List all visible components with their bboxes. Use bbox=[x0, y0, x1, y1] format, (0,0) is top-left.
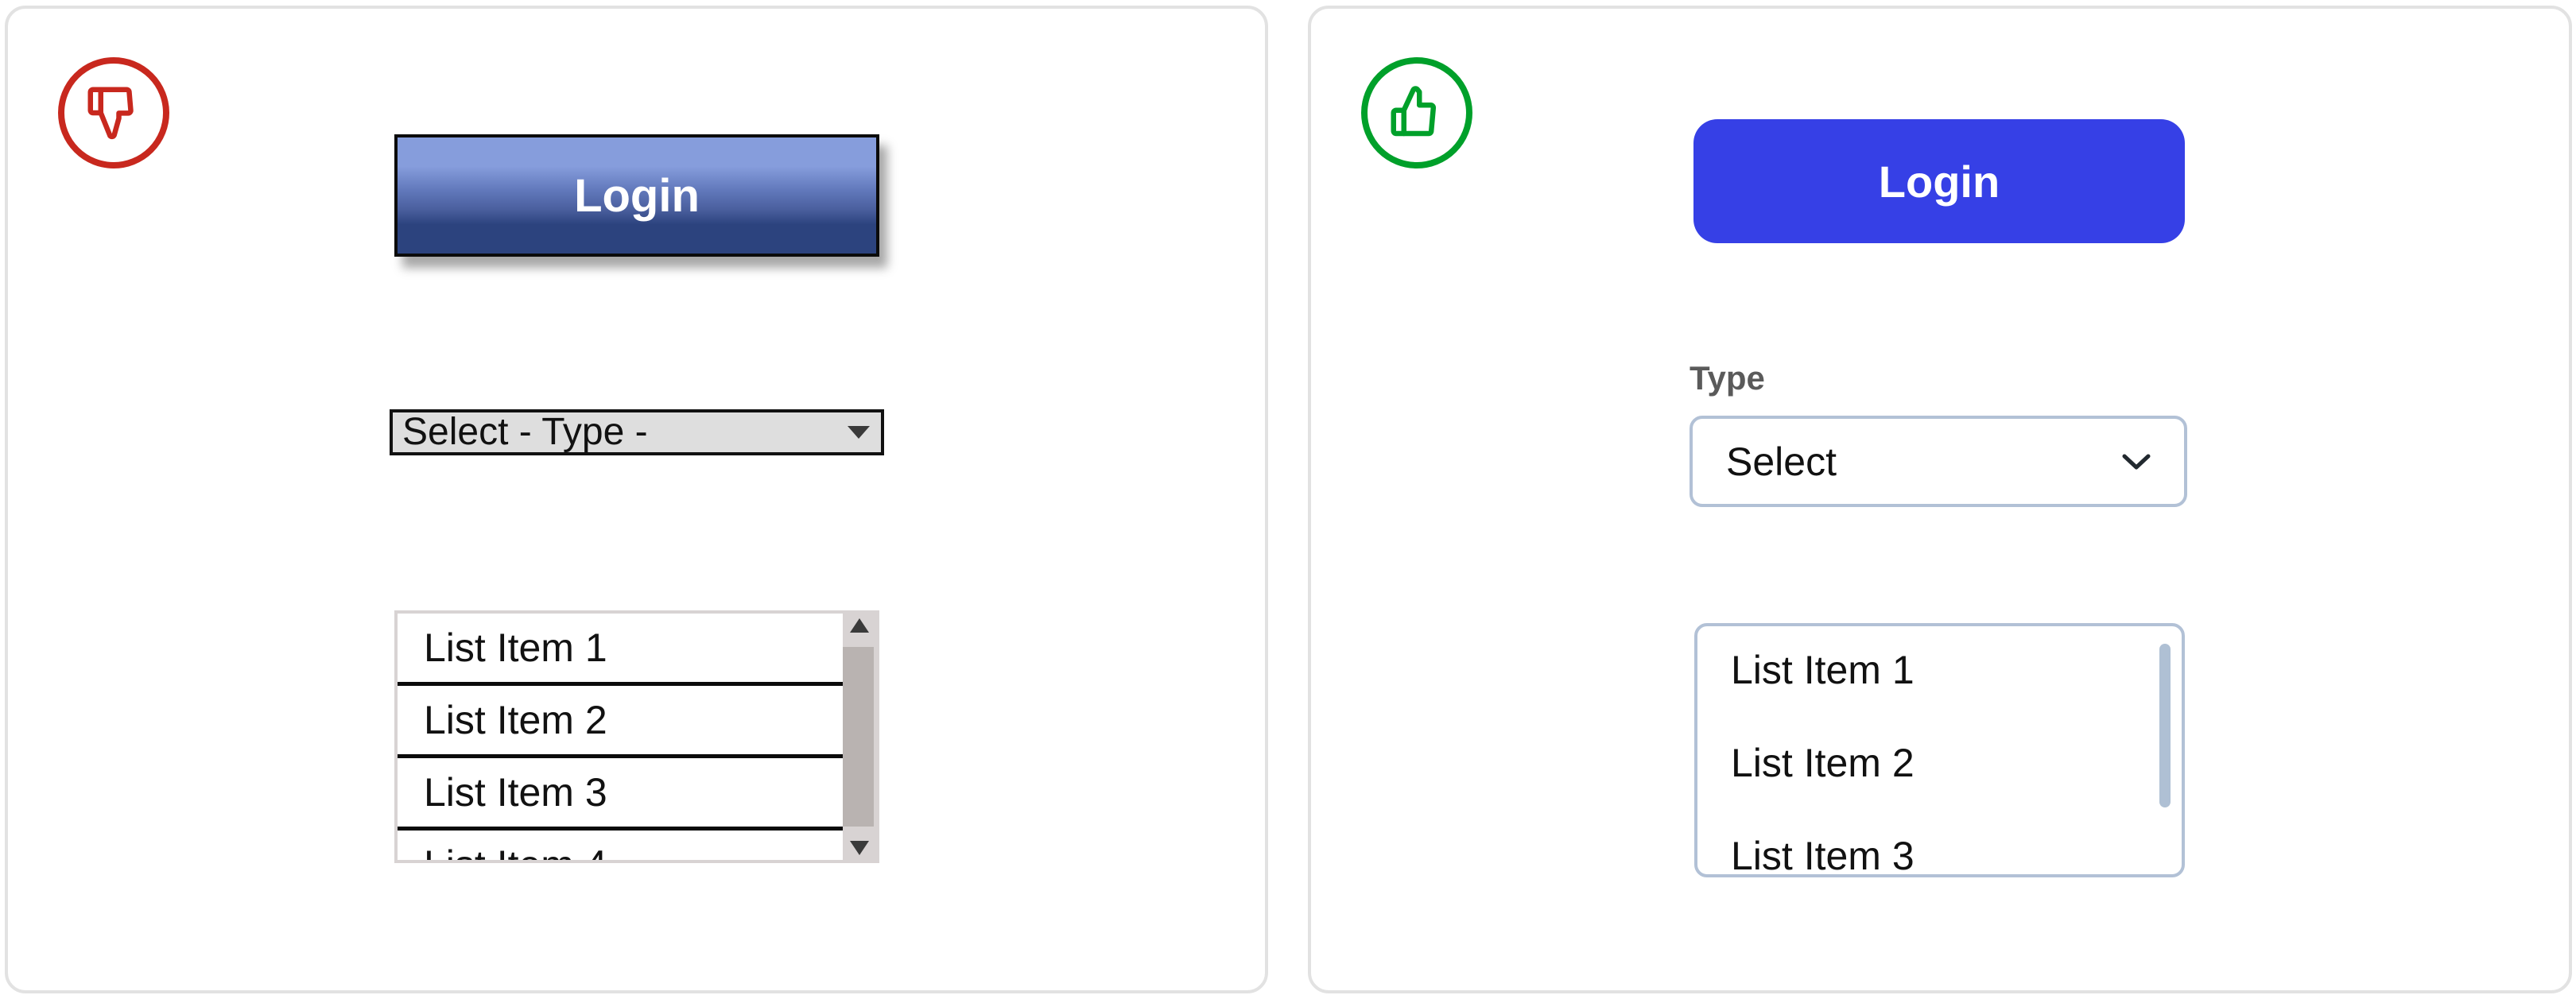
list-item[interactable]: List Item 2 bbox=[1731, 740, 1915, 786]
login-button[interactable]: Login bbox=[1693, 119, 2185, 243]
triangle-down-icon bbox=[848, 426, 870, 439]
scrollbar-thumb[interactable] bbox=[2159, 644, 2171, 807]
thumbs-down-icon bbox=[58, 57, 169, 168]
chevron-down-icon bbox=[2122, 454, 2151, 469]
scrollbar-thumb[interactable] bbox=[843, 647, 874, 827]
login-button[interactable]: Login bbox=[394, 134, 879, 257]
list-item[interactable]: List Item 2 bbox=[398, 686, 843, 758]
type-select-value: Select - Type - bbox=[402, 411, 648, 453]
type-select[interactable]: Select bbox=[1690, 416, 2187, 507]
type-select-value: Select bbox=[1726, 439, 1837, 484]
list-item[interactable]: List Item 1 bbox=[398, 614, 843, 686]
list-item[interactable]: List Item 4 bbox=[398, 831, 843, 860]
type-select[interactable]: Select - Type - bbox=[390, 409, 884, 455]
thumbs-up-icon bbox=[1361, 57, 1472, 168]
scrollbar[interactable] bbox=[843, 614, 876, 860]
list-item[interactable]: List Item 3 bbox=[1731, 833, 1915, 874]
triangle-up-icon[interactable] bbox=[850, 618, 869, 633]
type-label: Type bbox=[1690, 359, 1765, 397]
list-box[interactable]: List Item 1 List Item 2 List Item 3 List… bbox=[394, 610, 879, 863]
list-box[interactable]: List Item 1 List Item 2 List Item 3 bbox=[1694, 623, 2185, 877]
list-item[interactable]: List Item 3 bbox=[398, 758, 843, 831]
list-item[interactable]: List Item 1 bbox=[1731, 647, 1915, 693]
triangle-down-icon[interactable] bbox=[850, 841, 869, 855]
list-rows: List Item 1 List Item 2 List Item 3 List… bbox=[398, 614, 843, 860]
